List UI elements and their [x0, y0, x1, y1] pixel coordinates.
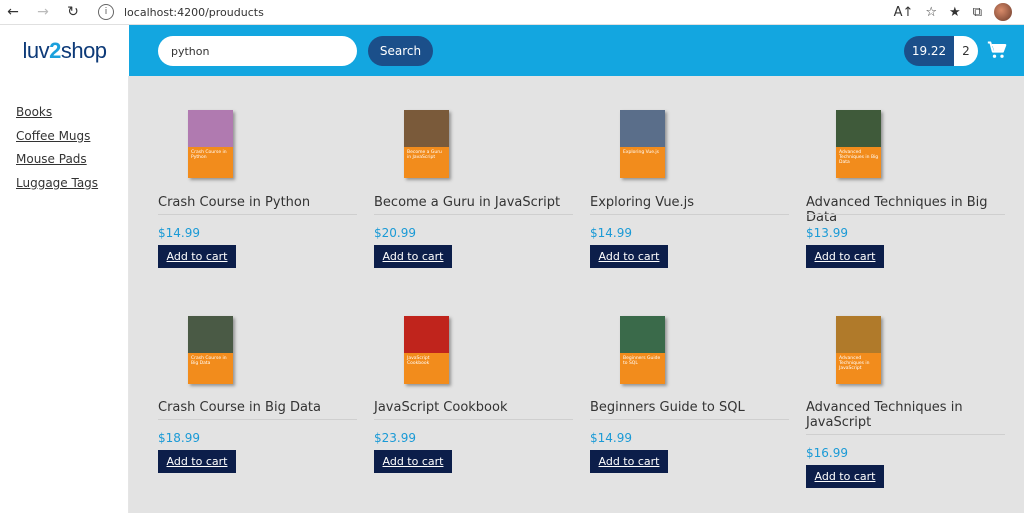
book-cover-image[interactable]: Exploring Vue.js: [620, 110, 665, 178]
add-to-cart-button[interactable]: Add to cart: [374, 450, 452, 473]
product-name[interactable]: Crash Course in Big Data: [158, 400, 358, 415]
search-input[interactable]: [158, 36, 357, 66]
collections-icon[interactable]: ⧉: [973, 5, 982, 20]
logo-prefix: luv: [22, 37, 50, 63]
url-text: localhost:4200/prouducts: [124, 5, 264, 19]
product-name[interactable]: Advanced Techniques in Big Data: [806, 195, 1006, 225]
site-info-icon[interactable]: i: [98, 4, 114, 20]
book-cover-image[interactable]: Advanced Techniques in JavaScript: [836, 316, 881, 384]
cover-photo: [188, 316, 233, 353]
cover-photo: [620, 316, 665, 353]
add-to-cart-button[interactable]: Add to cart: [374, 245, 452, 268]
book-cover-image[interactable]: Crash Course in Big Data: [188, 316, 233, 384]
category-sidebar: Books Coffee Mugs Mouse Pads Luggage Tag…: [0, 76, 129, 513]
address-bar[interactable]: i localhost:4200/prouducts: [92, 2, 917, 22]
cover-title: JavaScript Cookbook: [407, 356, 430, 366]
cover-photo: [404, 316, 449, 353]
cart-status: 19.22 2: [904, 36, 978, 66]
profile-avatar[interactable]: [994, 3, 1012, 21]
cover-photo: [836, 316, 881, 353]
cover-title: Advanced Techniques in Big Data: [839, 150, 879, 165]
cover-title: Exploring Vue.js: [623, 150, 660, 155]
search-button[interactable]: Search: [368, 36, 433, 66]
product-price: $13.99: [806, 226, 848, 240]
add-to-cart-button[interactable]: Add to cart: [590, 450, 668, 473]
add-to-cart-button[interactable]: Add to cart: [806, 465, 884, 488]
book-cover-image[interactable]: Advanced Techniques in Big Data: [836, 110, 881, 178]
cover-title: Beginners Guide to SQL: [623, 356, 661, 366]
product-grid: Crash Course in Python Crash Course in P…: [129, 76, 1024, 513]
favorite-star-icon[interactable]: ☆: [925, 5, 937, 20]
favorites-icon[interactable]: ★: [949, 5, 961, 20]
shopping-cart-icon[interactable]: [987, 40, 1007, 60]
product-name[interactable]: Become a Guru in JavaScript: [374, 195, 574, 210]
product-name[interactable]: Exploring Vue.js: [590, 195, 790, 210]
category-link-luggage-tags[interactable]: Luggage Tags: [16, 176, 128, 200]
browser-toolbar: ← → ↻ i localhost:4200/prouducts A↑ ☆ ★ …: [0, 0, 1024, 25]
divider: [590, 214, 789, 215]
divider: [158, 214, 357, 215]
cover-photo: [620, 110, 665, 147]
book-cover-image[interactable]: Crash Course in Python: [188, 110, 233, 178]
product-name[interactable]: Beginners Guide to SQL: [590, 400, 790, 415]
divider: [158, 419, 357, 420]
divider: [806, 434, 1005, 435]
product-price: $20.99: [374, 226, 416, 240]
cart-total-price: 19.22: [904, 36, 954, 66]
divider: [590, 419, 789, 420]
divider: [374, 419, 573, 420]
book-cover-image[interactable]: Beginners Guide to SQL: [620, 316, 665, 384]
divider: [374, 214, 573, 215]
cover-title: Crash Course in Python: [191, 150, 227, 160]
product-price: $14.99: [590, 431, 632, 445]
cover-title: Advanced Techniques in JavaScript: [839, 356, 870, 371]
product-price: $16.99: [806, 446, 848, 460]
app-header: Search 19.22 2: [129, 25, 1024, 76]
back-icon[interactable]: ←: [2, 1, 24, 23]
cart-total-quantity: 2: [954, 36, 978, 66]
add-to-cart-button[interactable]: Add to cart: [158, 245, 236, 268]
add-to-cart-button[interactable]: Add to cart: [590, 245, 668, 268]
cover-title: Crash Course in Big Data: [191, 356, 227, 366]
logo-two: 2: [49, 37, 61, 63]
add-to-cart-button[interactable]: Add to cart: [158, 450, 236, 473]
refresh-icon[interactable]: ↻: [62, 1, 84, 23]
product-name[interactable]: JavaScript Cookbook: [374, 400, 574, 415]
cover-photo: [188, 110, 233, 147]
category-link-mouse-pads[interactable]: Mouse Pads: [16, 152, 128, 176]
product-price: $18.99: [158, 431, 200, 445]
product-price: $23.99: [374, 431, 416, 445]
forward-icon[interactable]: →: [32, 1, 54, 23]
cover-photo: [836, 110, 881, 147]
product-price: $14.99: [590, 226, 632, 240]
logo-suffix: shop: [60, 37, 107, 63]
divider: [806, 214, 1005, 215]
book-cover-image[interactable]: Become a Guru in JavaScript: [404, 110, 449, 178]
product-name[interactable]: Crash Course in Python: [158, 195, 358, 210]
cover-title: Become a Guru in JavaScript: [407, 150, 442, 160]
cover-photo: [404, 110, 449, 147]
product-name[interactable]: Advanced Techniques in JavaScript: [806, 400, 1006, 430]
category-link-books[interactable]: Books: [16, 105, 128, 129]
category-link-coffee-mugs[interactable]: Coffee Mugs: [16, 129, 128, 153]
logo[interactable]: luv2shop: [0, 25, 129, 76]
product-price: $14.99: [158, 226, 200, 240]
book-cover-image[interactable]: JavaScript Cookbook: [404, 316, 449, 384]
add-to-cart-button[interactable]: Add to cart: [806, 245, 884, 268]
read-aloud-icon[interactable]: A↑: [894, 5, 914, 20]
